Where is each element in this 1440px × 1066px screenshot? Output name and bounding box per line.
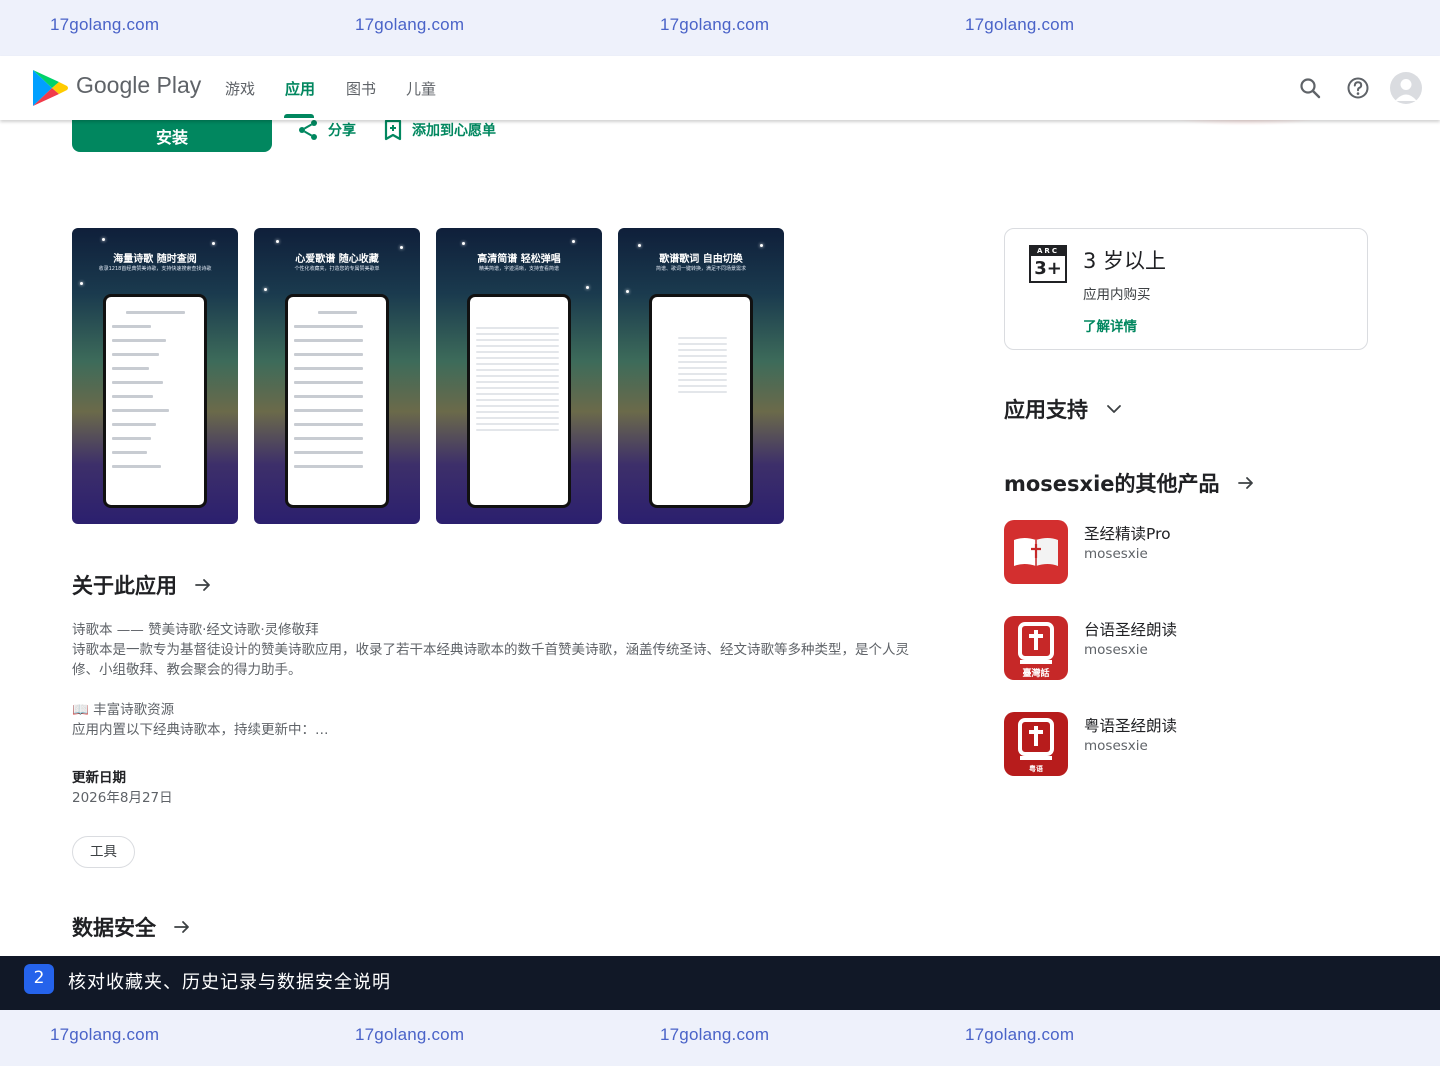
nav-tab-books[interactable]: 图书 (346, 78, 376, 99)
screenshot-subtitle: 收录1218首经典赞美诗歌，支持快速搜索查找诗歌 (98, 266, 212, 272)
description-line-1: 诗歌本 —— 赞美诗歌·经文诗歌·灵修敬拜 (72, 622, 319, 638)
data-safety-heading[interactable]: 数据安全 (72, 912, 192, 942)
screenshot-subtitle: 个性化收藏夹，打造您的专属赞美歌单 (294, 266, 380, 272)
content-rating-card: ARC 3+ 3 岁以上 应用内购买 了解详情 (1004, 228, 1368, 350)
watermark-text: 17golang.com (965, 15, 1075, 34)
brand-name[interactable]: Google Play (76, 72, 201, 99)
app-name: 圣经精读Pro (1084, 525, 1171, 543)
share-icon (299, 120, 317, 140)
app-support-title: 应用支持 (1004, 398, 1088, 422)
app-icon-badge-text: 臺灣話 (1022, 669, 1050, 679)
wishlist-button[interactable]: 添加到心愿单 (382, 118, 496, 142)
in-app-purchase-text: 应用内购买 (1083, 287, 1151, 303)
nav-tab-kids[interactable]: 儿童 (406, 78, 436, 99)
updated-label: 更新日期 (72, 770, 126, 786)
bookmark-add-icon (384, 119, 402, 141)
app-developer: mosesxie (1084, 642, 1148, 658)
arrow-right-icon (195, 579, 210, 591)
share-label: 分享 (328, 123, 356, 139)
phone-mockup (285, 294, 389, 508)
app-item-cantonese-bible[interactable]: 粤语 粤语圣经朗读 mosesxie (1004, 712, 1364, 778)
about-title: 关于此应用 (72, 574, 177, 598)
step-number-badge: 2 (24, 964, 54, 994)
person-icon (1395, 79, 1417, 101)
watermark-text: 17golang.com (660, 1025, 770, 1044)
app-icon-badge-text: 粤语 (1029, 765, 1043, 773)
watermark-text: 17golang.com (50, 1025, 160, 1044)
bible-book-icon (1004, 520, 1068, 584)
more-by-developer-heading[interactable]: mosesxie的其他产品 (1004, 468, 1256, 498)
more-by-title: mosesxie的其他产品 (1004, 472, 1220, 496)
step-caption-text: 核对收藏夹、历史记录与数据安全说明 (68, 972, 391, 993)
age-rating-text: 3 岁以上 (1083, 249, 1167, 273)
chevron-down-icon (1107, 405, 1121, 413)
google-play-logo-icon[interactable] (30, 68, 70, 108)
arc-label: ARC (1031, 247, 1065, 256)
app-item-taiwanese-bible[interactable]: 臺灣話 台语圣经朗读 mosesxie (1004, 616, 1364, 682)
category-chip[interactable]: 工具 (72, 836, 135, 868)
watermark-text: 17golang.com (355, 1025, 465, 1044)
help-icon[interactable] (1344, 74, 1372, 102)
nav-tab-games[interactable]: 游戏 (225, 78, 255, 99)
about-app-heading[interactable]: 关于此应用 (72, 570, 213, 600)
phone-mockup (649, 294, 753, 508)
arrow-right-icon (174, 921, 189, 933)
description-line-2: 诗歌本是一款专为基督徒设计的赞美诗歌应用，收录了若干本经典诗歌本的数千首赞美诗歌… (72, 642, 909, 678)
screenshot-subtitle: 简谱、歌词一键转换，满足不同场景需求 (655, 266, 746, 272)
phone-mockup (467, 294, 571, 508)
screenshot-4[interactable]: 歌谱歌词 自由切换 简谱、歌词一键转换，满足不同场景需求 (618, 228, 784, 524)
screenshot-title: 歌谱歌词 自由切换 (659, 254, 743, 265)
app-name: 台语圣经朗读 (1084, 621, 1178, 639)
screenshot-2[interactable]: 心爱歌谱 随心收藏 个性化收藏夹，打造您的专属赞美歌单 (254, 228, 420, 524)
account-avatar[interactable] (1390, 72, 1422, 104)
watermark-text: 17golang.com (355, 15, 465, 34)
screenshot-3[interactable]: 高清简谱 轻松弹唱 精美简谱，字迹清晰，支持查看简谱 (436, 228, 602, 524)
watermark-text: 17golang.com (660, 15, 770, 34)
screenshot-subtitle: 精美简谱，字迹清晰，支持查看简谱 (478, 266, 559, 272)
arc-age: 3+ (1034, 258, 1062, 279)
app-support-heading[interactable]: 应用支持 (1004, 394, 1124, 424)
search-icon[interactable] (1296, 74, 1324, 102)
phone-mockup (103, 294, 207, 508)
app-developer: mosesxie (1084, 738, 1148, 754)
data-safety-title: 数据安全 (72, 916, 156, 940)
watermark-bar-bottom: 17golang.com 17golang.com 17golang.com 1… (0, 1010, 1440, 1066)
description-line-4: 应用内置以下经典诗歌本，持续更新中：… (72, 722, 329, 738)
screenshot-1[interactable]: 海量诗歌 随时查阅 收录1218首经典赞美诗歌，支持快速搜索查找诗歌 (72, 228, 238, 524)
arc-rating-badge: ARC 3+ (1029, 245, 1067, 283)
arrow-right-icon (1237, 477, 1253, 489)
watermark-text: 17golang.com (965, 1025, 1075, 1044)
active-tab-indicator (284, 114, 314, 118)
app-name: 粤语圣经朗读 (1084, 717, 1178, 735)
updated-value: 2026年8月27日 (72, 790, 173, 806)
watermark-bar-top: 17golang.com 17golang.com 17golang.com 1… (0, 0, 1440, 56)
app-item-bible-pro[interactable]: 圣经精读Pro mosesxie (1004, 520, 1364, 586)
description-line-3: 📖 丰富诗歌资源 (72, 702, 175, 718)
watermark-text: 17golang.com (50, 15, 160, 34)
step-caption-bar: 2 核对收藏夹、历史记录与数据安全说明 (0, 956, 1440, 1010)
top-app-bar: Google Play 游戏 应用 图书 儿童 (0, 56, 1440, 120)
share-button[interactable]: 分享 (296, 118, 356, 142)
learn-more-link[interactable]: 了解详情 (1083, 315, 1137, 335)
app-developer: mosesxie (1084, 546, 1148, 562)
screenshot-title: 心爱歌谱 随心收藏 (295, 254, 379, 265)
nav-tab-apps[interactable]: 应用 (285, 78, 315, 99)
screenshot-title: 高清简谱 轻松弹唱 (477, 254, 561, 265)
wishlist-label: 添加到心愿单 (412, 123, 496, 139)
screenshot-title: 海量诗歌 随时查阅 (113, 254, 197, 265)
